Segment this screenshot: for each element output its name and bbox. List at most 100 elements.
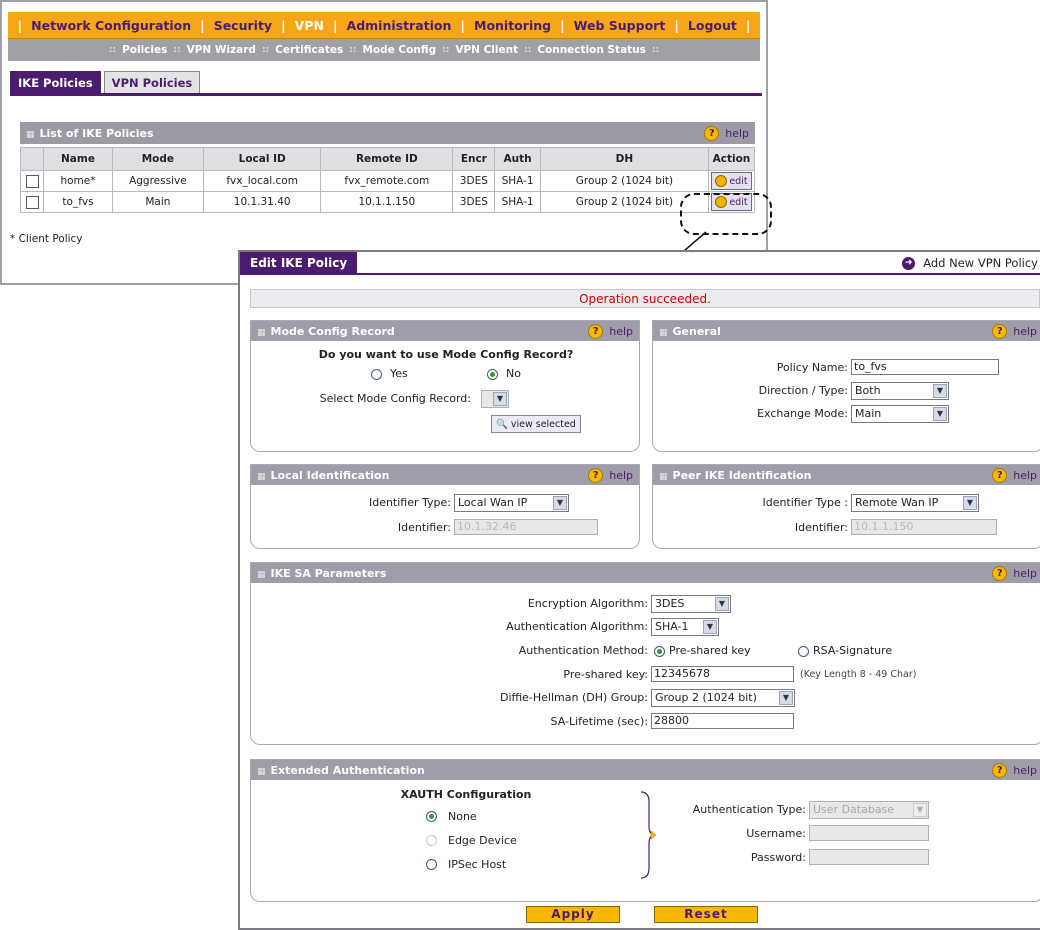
peer-identifier-label: Identifier:	[794, 521, 848, 534]
xauth-ipsec-host-radio[interactable]	[426, 859, 437, 870]
authentication-algorithm-select[interactable]: SHA-1 ▼	[651, 618, 719, 636]
edit-button[interactable]: edit	[711, 172, 752, 190]
peer-identifier-input[interactable]: 10.1.1.150	[851, 519, 997, 535]
row-select-cell	[19, 191, 45, 213]
col-select	[19, 147, 45, 171]
help-link[interactable]: ? help	[704, 125, 749, 141]
nav-security[interactable]: Security	[214, 18, 272, 33]
subnav-mode-config[interactable]: Mode Config	[362, 44, 436, 56]
mode-config-no-label: No	[506, 367, 521, 380]
subnav-vpn-wizard[interactable]: VPN Wizard	[187, 44, 256, 56]
local-identifier-input[interactable]: 10.1.32.46	[454, 519, 598, 535]
reset-button[interactable]: Reset	[654, 906, 758, 923]
tab-vpn-policies[interactable]: VPN Policies	[103, 71, 201, 93]
row-checkbox[interactable]	[25, 174, 39, 188]
help-label: help	[1013, 566, 1037, 580]
cell-mode: Main	[111, 191, 205, 213]
local-identification-panel: ▦ Local Identification ? help Identifier T…	[250, 464, 640, 549]
chevron-down-icon: ▼	[493, 392, 507, 406]
row-checkbox[interactable]	[25, 195, 39, 209]
magnifier-icon: 🔍	[496, 418, 508, 430]
dh-group-select[interactable]: Group 2 (1024 bit) ▼	[651, 689, 795, 707]
col-local-id: Local ID	[203, 147, 322, 171]
mode-config-title-wrap: ▦ Mode Config Record	[257, 325, 395, 338]
mode-config-yes-radio[interactable]	[371, 369, 382, 380]
subnav-policies[interactable]: Policies	[122, 44, 167, 56]
help-link[interactable]: ? help	[992, 565, 1037, 581]
apply-button[interactable]: Apply	[526, 906, 620, 923]
edit-ike-policy-window: Edit IKE Policy ➜ Add New VPN Policy Oper…	[238, 250, 1040, 930]
nav-logout[interactable]: Logout	[688, 18, 737, 33]
tab-ike-policies[interactable]: IKE Policies	[10, 71, 101, 93]
subnav-certificates[interactable]: Certificates	[275, 44, 343, 56]
help-label: help	[609, 468, 633, 482]
subnav-connection-status[interactable]: Connection Status	[537, 44, 646, 56]
grip-icon: ▦	[257, 471, 265, 482]
add-vpn-policy-link[interactable]: ➜ Add New VPN Policy	[902, 256, 1038, 270]
nav-separator: |	[674, 17, 679, 33]
subnav-separator: ::	[651, 45, 660, 55]
cell-mode: Aggressive	[111, 170, 205, 192]
help-icon: ?	[992, 565, 1008, 581]
local-identifier-type-select[interactable]: Local Wan IP ▼	[454, 494, 569, 512]
grip-icon: ▦	[257, 569, 265, 580]
encryption-algorithm-select[interactable]: 3DES ▼	[651, 595, 731, 613]
help-link[interactable]: ? help	[992, 467, 1037, 483]
view-selected-button[interactable]: 🔍 view selected	[491, 415, 581, 433]
pre-shared-key-input[interactable]: 12345678	[651, 666, 794, 682]
subnav-separator: ::	[261, 45, 270, 55]
authentication-type-select[interactable]: User Database ▼	[809, 801, 929, 819]
help-link[interactable]: ? help	[992, 323, 1037, 339]
exchange-mode-select[interactable]: Main ▼	[851, 405, 949, 423]
nav-separator: |	[281, 17, 286, 33]
nav-monitoring[interactable]: Monitoring	[474, 18, 551, 33]
mode-config-panel: ▦ Mode Config Record ? help Do you want to…	[250, 320, 640, 452]
xauth-edge-device-label: Edge Device	[448, 834, 517, 847]
username-input[interactable]	[809, 825, 929, 841]
nav-web-support[interactable]: Web Support	[574, 18, 666, 33]
ike-policies-table: Name Mode Local ID Remote ID Encr Auth D…	[19, 147, 756, 213]
client-policy-note: * Client Policy	[10, 233, 83, 245]
col-auth: Auth	[494, 147, 541, 171]
nav-administration[interactable]: Administration	[347, 18, 452, 33]
col-remote-id: Remote ID	[320, 147, 454, 171]
cell-remote-id: fvx_remote.com	[320, 170, 454, 192]
ike-list-title: List of IKE Policies	[39, 126, 154, 140]
cell-action: edit	[707, 170, 756, 192]
help-link[interactable]: ? help	[588, 467, 633, 483]
xauth-none-radio[interactable]	[426, 811, 437, 822]
help-link[interactable]: ? help	[992, 762, 1037, 778]
peer-identifier-type-select[interactable]: Remote Wan IP ▼	[851, 494, 979, 512]
direction-type-label: Direction / Type:	[758, 384, 848, 397]
cell-name: to_fvs	[43, 191, 113, 213]
help-icon: ?	[588, 323, 604, 339]
direction-type-select[interactable]: Both ▼	[851, 382, 949, 400]
tab-underline	[10, 93, 762, 96]
chevron-down-icon: ▼	[553, 496, 567, 510]
subnav-vpn-client[interactable]: VPN Client	[455, 44, 518, 56]
mode-config-no-radio[interactable]	[487, 369, 498, 380]
help-label: help	[1013, 324, 1037, 338]
extended-authentication-panel: ▦ Extended Authentication ? help XAUTH Con…	[250, 759, 1040, 902]
sa-lifetime-input[interactable]: 28800	[651, 713, 794, 729]
subnav-separator: ::	[442, 45, 450, 55]
password-input[interactable]	[809, 849, 929, 865]
authentication-type-label: Authentication Type:	[692, 803, 806, 816]
encryption-algorithm-value: 3DES	[655, 597, 685, 610]
encryption-algorithm-label: Encryption Algorithm:	[527, 597, 648, 610]
pre-shared-key-radio[interactable]	[654, 646, 665, 657]
nav-network-configuration[interactable]: Network Configuration	[31, 18, 191, 33]
xauth-edge-device-radio[interactable]	[426, 835, 437, 846]
nav-separator: |	[17, 17, 23, 33]
mode-config-question: Do you want to use Mode Config Record?	[318, 348, 574, 361]
nav-separator: |	[460, 17, 465, 33]
mode-config-select[interactable]: ▼	[481, 390, 509, 408]
policy-name-input[interactable]: to_fvs	[851, 359, 999, 375]
rsa-signature-radio[interactable]	[798, 646, 809, 657]
title-underline	[240, 273, 1040, 275]
help-link[interactable]: ? help	[588, 323, 633, 339]
local-identifier-type-label: Identifier Type:	[368, 496, 451, 509]
nav-vpn[interactable]: VPN	[295, 18, 324, 33]
subnav-separator: ::	[524, 45, 532, 55]
row-select-cell	[19, 170, 45, 192]
